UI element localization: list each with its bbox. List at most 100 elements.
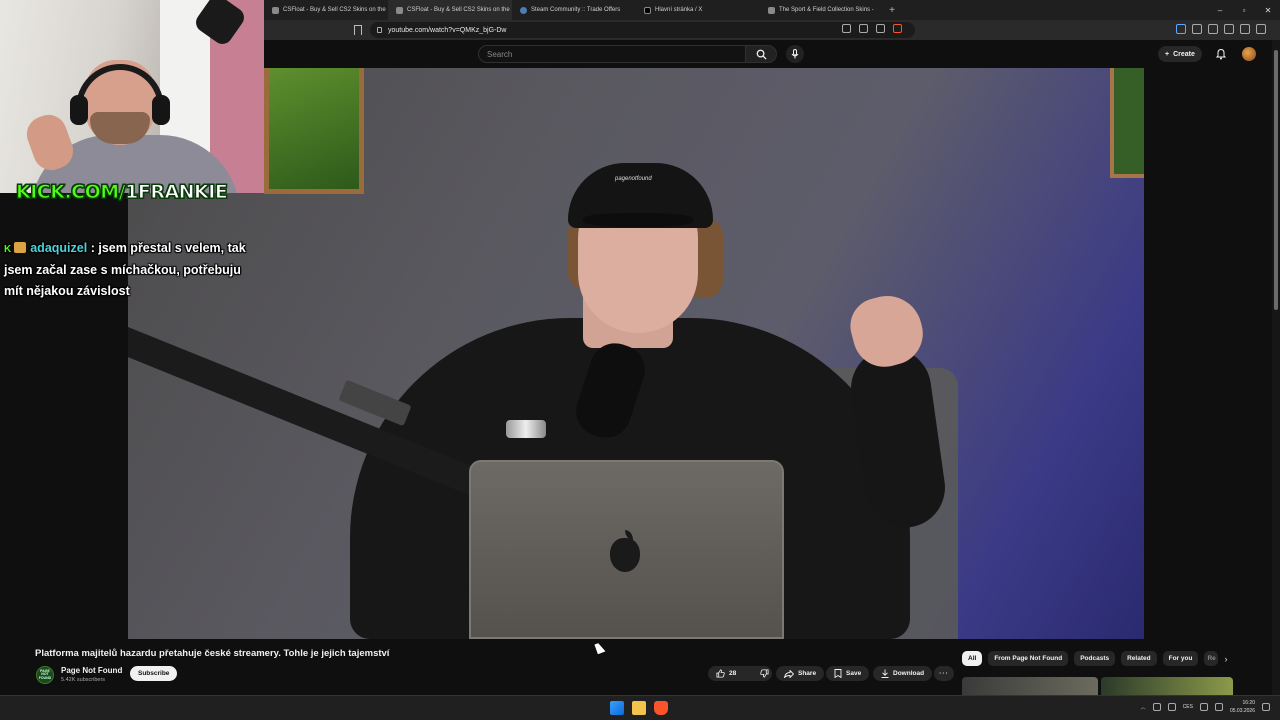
- brave-browser-icon[interactable]: [654, 701, 668, 715]
- chip-from-channel[interactable]: From Page Not Found: [988, 651, 1069, 666]
- browser-tab-label: The Sport & Field Collection Skins -: [779, 7, 874, 13]
- thumbs-up-icon: [716, 669, 725, 678]
- maximize-button[interactable]: ▫: [1232, 0, 1256, 20]
- kick-url-prefix: KICK.COM/: [15, 181, 126, 204]
- chip-all[interactable]: All: [962, 651, 983, 666]
- cast-icon[interactable]: [859, 24, 868, 33]
- like-count: 28: [729, 670, 737, 677]
- close-button[interactable]: ✕: [1256, 0, 1280, 20]
- translate-icon[interactable]: [842, 24, 851, 33]
- dislike-button[interactable]: [752, 666, 777, 681]
- chip-podcasts[interactable]: Podcasts: [1074, 651, 1116, 666]
- wallet-icon[interactable]: [1224, 24, 1234, 34]
- share-arrow-icon: [784, 669, 794, 678]
- download-button[interactable]: Download: [873, 666, 933, 681]
- new-tab-button[interactable]: +: [884, 5, 900, 16]
- download-icon: [881, 669, 889, 678]
- extensions-bar: [1176, 24, 1266, 34]
- extension-icon[interactable]: [1176, 24, 1186, 34]
- browser-tab[interactable]: CSFloat - Buy & Sell CS2 Skins on the: [264, 0, 388, 20]
- windows-taskbar: ︿ CES 16:20 05.03.2026: [0, 695, 1280, 720]
- kick-channel-banner: KICK.COM/1FRANKIE: [15, 181, 228, 204]
- clock-time: 16:20: [1242, 700, 1255, 706]
- url-actions: [842, 24, 902, 33]
- browser-tab[interactable]: Steam Community :: Trade Offers: [512, 0, 636, 20]
- x-favicon-icon: [644, 6, 651, 14]
- browser-tab[interactable]: Hlavní stránka / X: [636, 0, 760, 20]
- volume-icon[interactable]: [1214, 703, 1223, 711]
- recommendation-chips: All From Page Not Found Podcasts Related…: [962, 651, 1219, 666]
- browser-tab[interactable]: The Sport & Field Collection Skins -: [760, 0, 884, 20]
- share-button[interactable]: Share: [776, 666, 825, 681]
- taskbar-clock[interactable]: 16:20 05.03.2026: [1230, 699, 1255, 715]
- tab-favicon-icon: [768, 6, 775, 14]
- chip-related[interactable]: Related: [1121, 651, 1157, 666]
- search-button[interactable]: [745, 45, 777, 63]
- windows-start-icon[interactable]: [610, 701, 624, 715]
- save-button[interactable]: Save: [826, 666, 870, 681]
- url-field[interactable]: youtube.com/watch?v=QMKz_bjG-Dw: [370, 22, 915, 38]
- browser-tab-strip: CSFloat - Buy & Sell CS2 Skins on the CS…: [264, 0, 1280, 20]
- more-actions-button[interactable]: ···: [934, 666, 954, 681]
- create-button[interactable]: + Create: [1158, 46, 1202, 62]
- channel-name[interactable]: Page Not Found: [61, 666, 122, 675]
- search-input[interactable]: Search: [478, 45, 746, 63]
- emote-badge-icon: [14, 242, 27, 253]
- subscribe-button[interactable]: Subscribe: [130, 666, 178, 681]
- notifications-button[interactable]: [1215, 47, 1227, 61]
- like-button[interactable]: 28: [708, 666, 744, 681]
- tray-app-icon[interactable]: [1152, 703, 1161, 711]
- scrollbar-thumb[interactable]: [1274, 50, 1278, 310]
- microphone-icon: [791, 49, 799, 59]
- subscriber-count: 5.42K subscribers: [61, 677, 106, 683]
- chat-username: adaquizel: [30, 241, 88, 255]
- account-avatar[interactable]: [1242, 47, 1256, 61]
- notifications-icon[interactable]: [1262, 703, 1270, 711]
- lock-icon[interactable]: [377, 27, 382, 33]
- minimize-button[interactable]: –: [1208, 0, 1232, 20]
- menu-icon[interactable]: [1256, 24, 1266, 34]
- chip-for-you[interactable]: For you: [1162, 651, 1199, 666]
- chat-message: Kadaquizel : jsem přestal s velem, tak j…: [4, 238, 254, 302]
- sidebar-icon[interactable]: [1208, 24, 1218, 34]
- page-scrollbar[interactable]: [1272, 40, 1280, 695]
- browser-tab-label: CSFloat - Buy & Sell CS2 Skins on the: [283, 7, 386, 13]
- video-player[interactable]: pagenotfound: [128, 68, 1144, 639]
- create-label: Create: [1173, 50, 1195, 58]
- like-dislike-group: 28: [708, 666, 772, 681]
- address-bar-row: youtube.com/watch?v=QMKz_bjG-Dw: [264, 20, 1280, 40]
- tray-chevron-icon[interactable]: ︿: [1141, 704, 1146, 711]
- keyboard-language[interactable]: CES: [1183, 704, 1193, 710]
- video-meta: Platforma majitelů hazardu přetahuje čes…: [0, 639, 1272, 695]
- chevron-right-icon[interactable]: ›: [1219, 651, 1233, 666]
- browser-tab-active[interactable]: CSFloat - Buy & Sell CS2 Skins on the: [388, 0, 512, 20]
- brave-shields-icon[interactable]: [893, 24, 902, 33]
- media-icon[interactable]: [1240, 24, 1250, 34]
- channel-avatar[interactable]: PAGE NOT FOUND: [36, 666, 54, 684]
- voice-search-button[interactable]: [786, 45, 804, 63]
- extensions-puzzle-icon[interactable]: [1192, 24, 1202, 34]
- apple-logo-icon: [610, 538, 640, 572]
- headphone-earcup: [152, 95, 170, 125]
- csfloat-favicon-icon: [396, 6, 403, 14]
- cap-logo: pagenotfound: [615, 176, 652, 182]
- chat-separator: :: [90, 241, 95, 255]
- url-text: youtube.com/watch?v=QMKz_bjG-Dw: [388, 26, 507, 34]
- bookmark-icon[interactable]: [354, 25, 362, 35]
- browser-tab-label: CSFloat - Buy & Sell CS2 Skins on the: [407, 7, 510, 13]
- system-tray: ︿ CES 16:20 05.03.2026: [1141, 699, 1270, 715]
- save-bookmark-icon: [834, 669, 842, 678]
- share-label: Share: [798, 670, 817, 677]
- streamer-webcam: [0, 0, 264, 193]
- tray-app-icon[interactable]: [1167, 703, 1176, 711]
- share-page-icon[interactable]: [876, 24, 885, 33]
- download-label: Download: [893, 670, 925, 677]
- chip-recently-uploaded[interactable]: Re: [1204, 651, 1219, 666]
- moss-frame: [1110, 68, 1144, 178]
- wifi-icon[interactable]: [1199, 703, 1208, 711]
- recommended-video-thumbnail[interactable]: [1101, 677, 1233, 695]
- file-explorer-icon[interactable]: [632, 701, 646, 715]
- save-label: Save: [846, 670, 862, 677]
- csfloat-favicon-icon: [272, 6, 279, 14]
- recommended-video-thumbnail[interactable]: [962, 677, 1098, 695]
